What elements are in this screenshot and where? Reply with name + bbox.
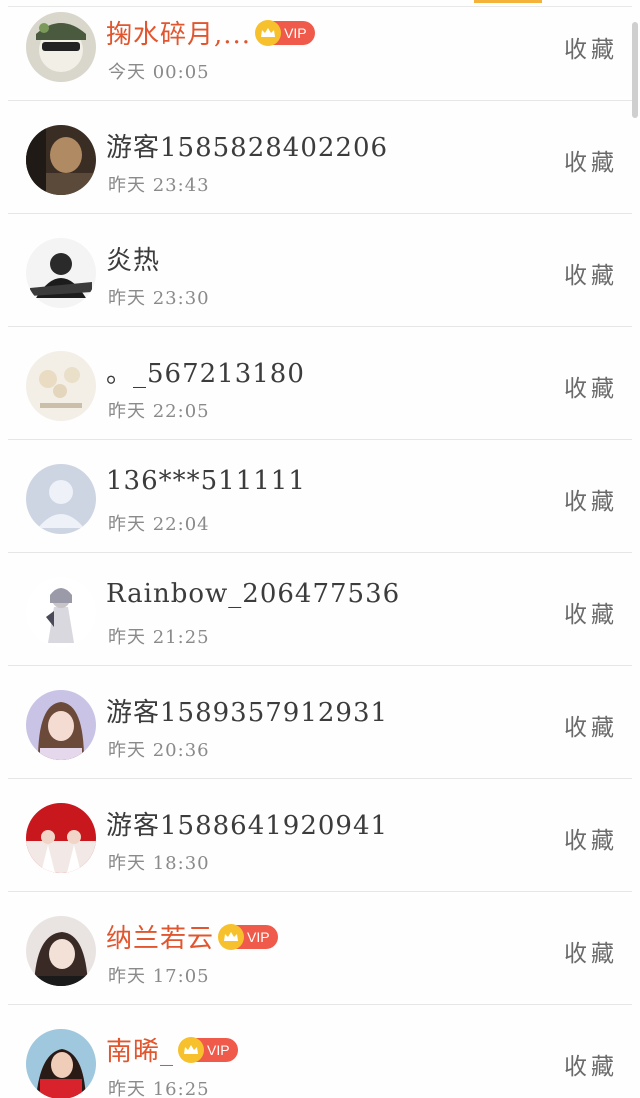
crown-icon bbox=[255, 19, 282, 46]
avatar[interactable] bbox=[26, 351, 96, 421]
list-item[interactable]: 纳兰若云 VIP 昨天 17:05 收藏 bbox=[8, 892, 632, 1005]
user-name: Rainbow_206477536 bbox=[106, 579, 401, 609]
favorite-button[interactable]: 收藏 bbox=[564, 369, 618, 403]
avatar[interactable] bbox=[26, 916, 96, 986]
visit-time: 昨天 17:05 bbox=[108, 966, 210, 987]
user-name: 掬水碎月,... bbox=[106, 20, 252, 50]
user-list: 掬水碎月,... VIP 今天 00:05 收藏 游客1585828402206… bbox=[0, 0, 640, 1098]
visit-time: 昨天 23:30 bbox=[108, 288, 210, 309]
vip-label: VIP bbox=[247, 928, 270, 945]
user-name: 136***511111 bbox=[106, 466, 306, 496]
list-item[interactable]: 136***511111 昨天 22:04 收藏 bbox=[8, 440, 632, 553]
crown-icon bbox=[218, 923, 245, 950]
list-item[interactable]: 游客1588641920941 昨天 18:30 收藏 bbox=[8, 779, 632, 892]
avatar[interactable] bbox=[26, 803, 96, 873]
vip-badge: VIP bbox=[218, 923, 278, 950]
vip-badge: VIP bbox=[178, 1036, 238, 1063]
crown-icon bbox=[178, 1036, 205, 1063]
user-name: 南晞_ bbox=[106, 1037, 175, 1067]
visit-time: 昨天 21:25 bbox=[108, 627, 210, 648]
visit-time: 昨天 20:36 bbox=[108, 740, 210, 761]
avatar[interactable] bbox=[26, 238, 96, 308]
avatar[interactable] bbox=[26, 125, 96, 195]
visit-time: 昨天 18:30 bbox=[108, 853, 210, 874]
vip-badge: VIP bbox=[255, 19, 315, 46]
user-name: 炎热 bbox=[106, 246, 161, 276]
favorite-button[interactable]: 收藏 bbox=[564, 143, 618, 177]
favorite-button[interactable]: 收藏 bbox=[564, 256, 618, 290]
favorites-list-screen: 掬水碎月,... VIP 今天 00:05 收藏 游客1585828402206… bbox=[0, 0, 640, 1098]
favorite-button[interactable]: 收藏 bbox=[564, 708, 618, 742]
user-name: 游客1589357912931 bbox=[106, 698, 389, 728]
user-name: 游客1588641920941 bbox=[106, 811, 389, 841]
list-item[interactable]: 南晞_ VIP 昨天 16:25 收藏 bbox=[8, 1005, 632, 1098]
avatar[interactable] bbox=[26, 577, 96, 647]
favorite-button[interactable]: 收藏 bbox=[564, 595, 618, 629]
favorite-button[interactable]: 收藏 bbox=[564, 482, 618, 516]
vip-label: VIP bbox=[284, 24, 307, 41]
favorite-button[interactable]: 收藏 bbox=[564, 1047, 618, 1081]
avatar[interactable] bbox=[26, 690, 96, 760]
list-item[interactable]: 炎热 昨天 23:30 收藏 bbox=[8, 214, 632, 327]
visit-time: 昨天 23:43 bbox=[108, 175, 210, 196]
user-name: 游客1585828402206 bbox=[106, 133, 389, 163]
vip-label: VIP bbox=[207, 1041, 230, 1058]
favorite-button[interactable]: 收藏 bbox=[564, 30, 618, 64]
user-name: 纳兰若云 bbox=[106, 924, 215, 954]
visit-time: 今天 00:05 bbox=[108, 62, 210, 83]
list-item[interactable]: 游客1589357912931 昨天 20:36 收藏 bbox=[8, 666, 632, 779]
scrollbar[interactable] bbox=[632, 22, 638, 118]
visit-time: 昨天 16:25 bbox=[108, 1079, 210, 1098]
favorite-button[interactable]: 收藏 bbox=[564, 934, 618, 968]
visit-time: 昨天 22:05 bbox=[108, 401, 210, 422]
default-avatar-icon[interactable] bbox=[26, 464, 96, 534]
list-item[interactable]: 掬水碎月,... VIP 今天 00:05 收藏 bbox=[8, 0, 632, 101]
visit-time: 昨天 22:04 bbox=[108, 514, 210, 535]
avatar[interactable] bbox=[26, 12, 96, 82]
favorite-button[interactable]: 收藏 bbox=[564, 821, 618, 855]
list-item[interactable]: 。_567213180 昨天 22:05 收藏 bbox=[8, 327, 632, 440]
list-item[interactable]: Rainbow_206477536 昨天 21:25 收藏 bbox=[8, 553, 632, 666]
user-name: 。_567213180 bbox=[106, 359, 305, 389]
list-item[interactable]: 游客1585828402206 昨天 23:43 收藏 bbox=[8, 101, 632, 214]
avatar[interactable] bbox=[26, 1029, 96, 1098]
